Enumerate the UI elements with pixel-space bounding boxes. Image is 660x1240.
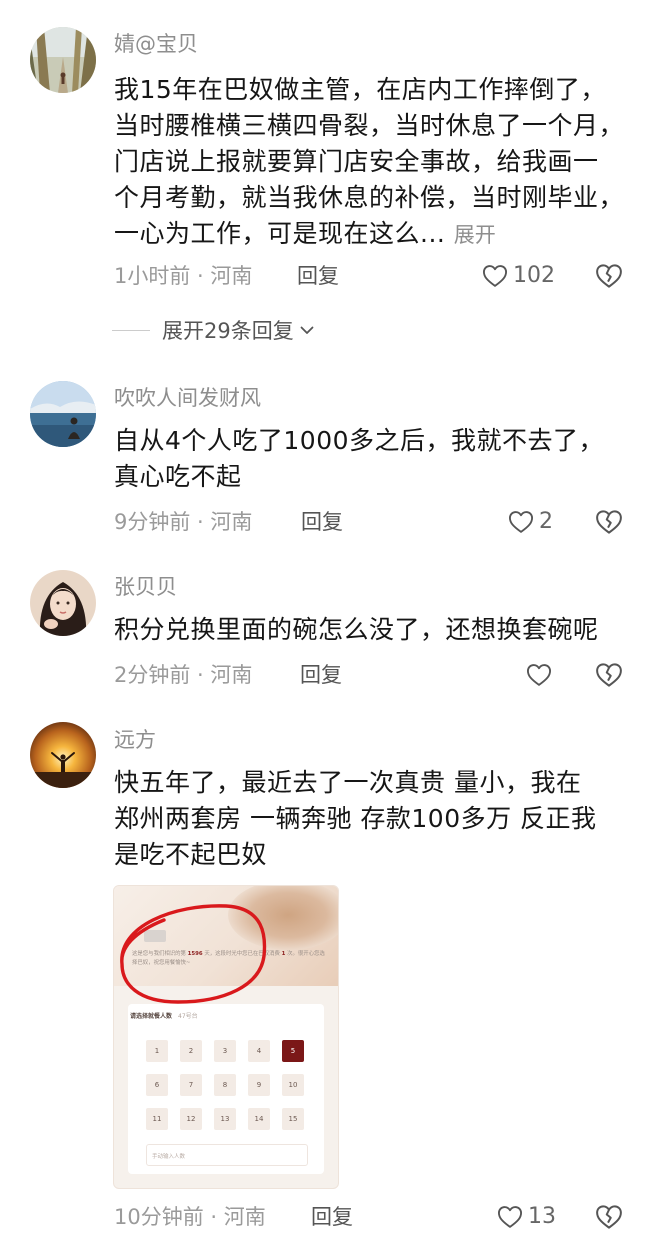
heart-icon bbox=[508, 511, 534, 533]
comment-text-line: 个月考勤，就当我休息的补偿，当时刚毕业， bbox=[114, 183, 625, 212]
like-count: 102 bbox=[513, 263, 555, 288]
expand-comment-button[interactable]: 展开 bbox=[454, 223, 496, 247]
forest-path-avatar-icon bbox=[30, 27, 96, 93]
comment-time-location: 2分钟前 · 河南 bbox=[114, 663, 253, 687]
comment-text: 快五年了，最近去了一次真贵 量小，我在 郑州两套房 一辆奔驰 存款100多万 反… bbox=[114, 765, 636, 873]
chevron-down-icon bbox=[300, 326, 314, 334]
party-size-option: 8 bbox=[214, 1074, 236, 1096]
comment-text-line: 快五年了，最近去了一次真贵 量小，我在 bbox=[114, 768, 582, 797]
comment-text-line: 当时腰椎横三横四骨裂，当时休息了一个月， bbox=[114, 111, 625, 140]
comment-text-line: 一心为工作，可是现在这么... 展开 bbox=[114, 216, 636, 253]
broken-heart-icon bbox=[596, 663, 622, 687]
broken-heart-icon bbox=[596, 264, 622, 288]
table-number: 47号台 bbox=[178, 1013, 198, 1020]
dislike-button[interactable] bbox=[594, 1202, 624, 1232]
party-size-option: 6 bbox=[146, 1074, 168, 1096]
comment-text-line: 积分兑换里面的碗怎么没了，还想换套碗呢 bbox=[114, 615, 599, 644]
broken-heart-icon bbox=[596, 510, 622, 534]
heart-icon bbox=[497, 1206, 523, 1228]
avatar[interactable] bbox=[30, 722, 96, 788]
reply-button[interactable]: 回复 bbox=[297, 262, 339, 290]
comment-text: 积分兑换里面的碗怎么没了，还想换套碗呢 bbox=[114, 612, 636, 648]
comment-username[interactable]: 远方 bbox=[114, 727, 156, 753]
avatar[interactable] bbox=[30, 570, 96, 636]
comment-time-location: 9分钟前 · 河南 bbox=[114, 510, 253, 534]
sunset-silhouette-avatar-icon bbox=[30, 722, 96, 788]
party-size-option: 4 bbox=[248, 1040, 270, 1062]
party-size-option: 12 bbox=[180, 1108, 202, 1130]
lakeside-person-avatar-icon bbox=[30, 381, 96, 447]
party-size-title: 请选择就餐人数 47号台 bbox=[130, 1013, 198, 1020]
party-size-option: 13 bbox=[214, 1108, 236, 1130]
image-notice-text: 这是您与我们相识的第 1596 天，这段时光中您已在巴奴消费 1 次。很开心您选… bbox=[132, 951, 325, 966]
manual-count-input: 手动输入人数 bbox=[146, 1144, 308, 1166]
comment-username[interactable]: 张贝贝 bbox=[114, 574, 177, 600]
reply-button[interactable]: 回复 bbox=[301, 508, 343, 536]
comment-text-line: 我15年在巴奴做主管，在店内工作摔倒了， bbox=[114, 75, 606, 104]
girl-portrait-avatar-icon bbox=[30, 570, 96, 636]
party-size-option: 5 bbox=[282, 1040, 304, 1062]
avatar[interactable] bbox=[30, 27, 96, 93]
expand-replies-button[interactable]: 展开29条回复 bbox=[112, 315, 316, 345]
comment-text-line: 门店说上报就要算门店安全事故，给我画一 bbox=[114, 147, 599, 176]
broken-heart-icon bbox=[596, 1205, 622, 1229]
like-count: 13 bbox=[528, 1204, 556, 1229]
party-size-option: 3 bbox=[214, 1040, 236, 1062]
party-size-option: 11 bbox=[146, 1108, 168, 1130]
dislike-button[interactable] bbox=[594, 261, 624, 291]
comment-username[interactable]: 吹吹人间发财风 bbox=[114, 385, 261, 411]
like-button[interactable]: 2 bbox=[507, 506, 553, 538]
avatar[interactable] bbox=[30, 381, 96, 447]
reply-button[interactable]: 回复 bbox=[311, 1203, 353, 1231]
comment-text: 我15年在巴奴做主管，在店内工作摔倒了， 当时腰椎横三横四骨裂，当时休息了一个月… bbox=[114, 72, 636, 253]
comment-text-truncated: 一心为工作，可是现在这么... bbox=[114, 219, 446, 248]
comment-text-line: 郑州两套房 一辆奔驰 存款100多万 反正我 bbox=[114, 804, 597, 833]
attached-image[interactable]: 这是您与我们相识的第 1596 天，这段时光中您已在巴奴消费 1 次。很开心您选… bbox=[113, 885, 339, 1189]
comment-text: 自从4个人吃了1000多之后，我就不去了， 真心吃不起 bbox=[114, 423, 636, 495]
reply-button[interactable]: 回复 bbox=[300, 661, 342, 689]
party-size-option: 9 bbox=[248, 1074, 270, 1096]
heart-icon bbox=[526, 664, 552, 686]
heart-icon bbox=[482, 265, 508, 287]
like-button[interactable]: 13 bbox=[496, 1201, 556, 1233]
blurred-name bbox=[144, 930, 166, 942]
like-count: 2 bbox=[539, 509, 553, 534]
divider bbox=[112, 329, 150, 331]
party-size-option: 15 bbox=[282, 1108, 304, 1130]
dislike-button[interactable] bbox=[594, 660, 624, 690]
party-size-option: 2 bbox=[180, 1040, 202, 1062]
party-size-option: 10 bbox=[282, 1074, 304, 1096]
like-button[interactable] bbox=[525, 659, 557, 691]
like-button[interactable]: 102 bbox=[481, 260, 555, 292]
comment-text-line: 真心吃不起 bbox=[114, 462, 242, 491]
comment-text-line: 是吃不起巴奴 bbox=[114, 840, 268, 869]
comment-time-location: 10分钟前 · 河南 bbox=[114, 1205, 266, 1229]
party-size-option: 14 bbox=[248, 1108, 270, 1130]
comment-text-line: 自从4个人吃了1000多之后，我就不去了， bbox=[114, 426, 605, 455]
party-size-option: 1 bbox=[146, 1040, 168, 1062]
expand-replies-label: 展开29条回复 bbox=[162, 319, 294, 343]
dislike-button[interactable] bbox=[594, 507, 624, 537]
party-size-option: 7 bbox=[180, 1074, 202, 1096]
comment-time-location: 1小时前 · 河南 bbox=[114, 264, 253, 288]
comment-username[interactable]: 婧@宝贝 bbox=[114, 31, 198, 57]
